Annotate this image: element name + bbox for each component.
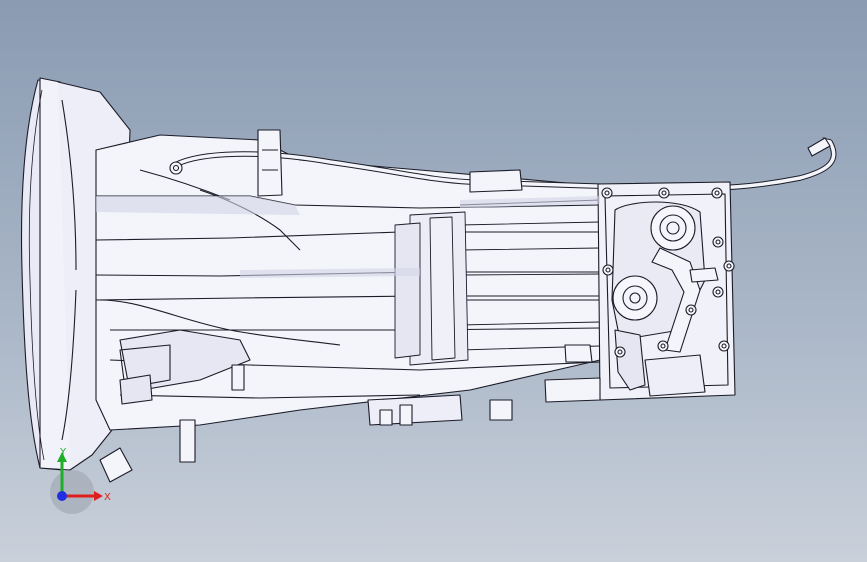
triad-y-label: Y bbox=[59, 447, 67, 458]
main-case bbox=[95, 134, 601, 431]
triad-x-arrow bbox=[94, 491, 103, 501]
triad-x-label: X bbox=[104, 492, 111, 503]
triad-shadow bbox=[50, 470, 94, 514]
transmission-model[interactable]: Y X bbox=[0, 0, 867, 562]
triad-z-axis bbox=[57, 491, 67, 501]
cad-viewport[interactable]: Y X bbox=[0, 0, 867, 562]
